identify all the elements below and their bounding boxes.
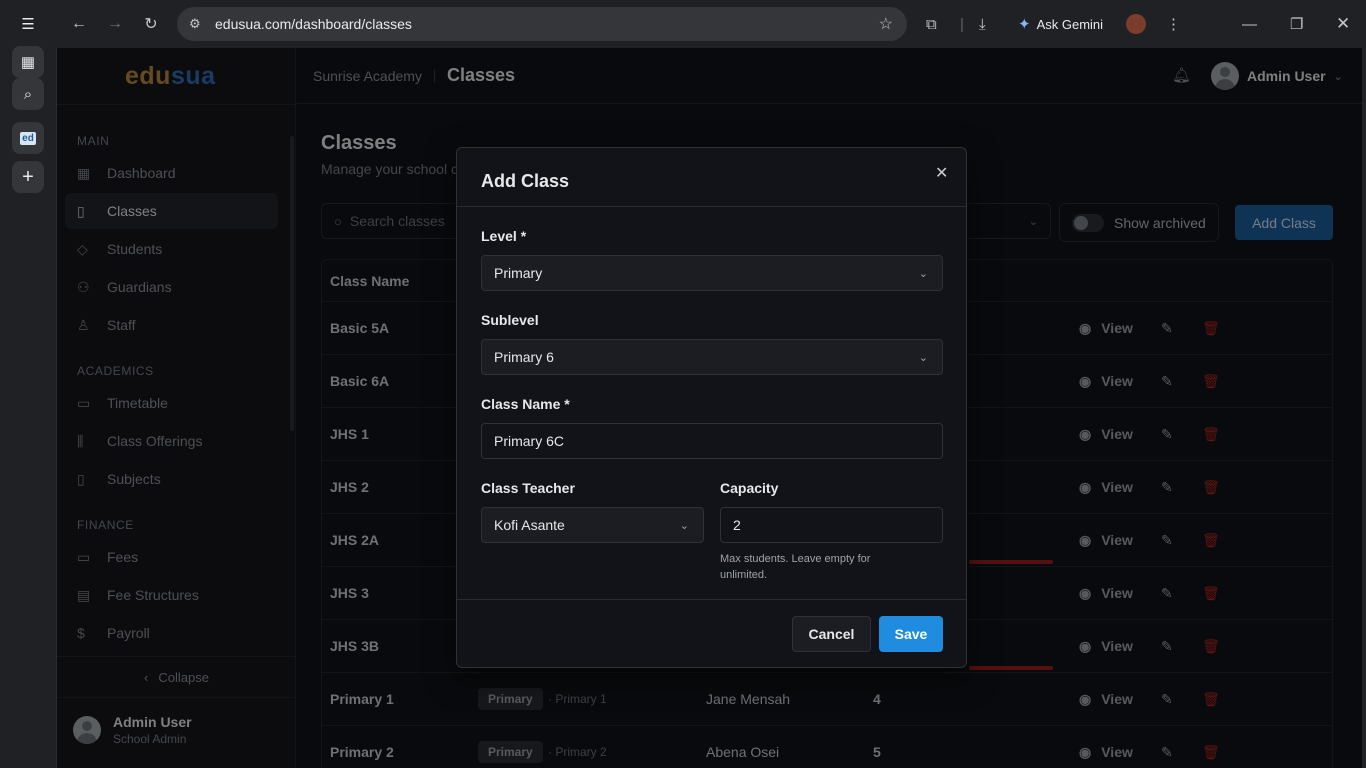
site-info-icon[interactable]: ⚙ [189,16,211,32]
download-icon[interactable]: ⤓ [979,12,986,36]
tab-grid-icon[interactable]: ▦ [12,46,44,78]
gemini-spark-icon: ✦ [1018,16,1031,33]
capacity-input[interactable]: 2 [720,507,943,543]
edusua-tab-favicon[interactable]: ed [12,122,44,154]
class-name-label: Class Name * [481,396,570,412]
minimize-window-icon[interactable]: — [1242,12,1257,36]
browser-toolbar: ← → ↻ ⚙ edusua.com/dashboard/classes ☆ ⧉… [56,0,1366,48]
back-icon[interactable]: ← [67,12,91,36]
url-text[interactable]: edusua.com/dashboard/classes [215,16,412,32]
vertical-tabs-icon[interactable]: ☰ [12,8,44,40]
browser-side-rail: ☰ ▦ ⌕ ed + [0,0,56,768]
forward-icon[interactable]: → [103,12,127,36]
modal-title: Add Class [481,171,570,191]
class-name-input[interactable]: Primary 6C [481,423,943,459]
reload-icon[interactable]: ↻ [139,12,163,36]
extensions-icon[interactable]: ⧉ [926,12,937,36]
chevron-down-icon: ⌄ [918,351,928,364]
app-viewport: edusua MAIN ▦ Dashboard ▯ Classes ◇ Student… [56,48,1362,768]
close-icon[interactable]: ✕ [935,163,948,183]
sublevel-value: Primary 6 [494,349,554,365]
ask-gemini-label: Ask Gemini [1036,16,1104,32]
capacity-label: Capacity [720,480,779,496]
level-value: Primary [494,265,543,281]
level-label: Level * [481,228,527,244]
class-teacher-label: Class Teacher [481,480,575,496]
save-button[interactable]: Save [879,616,943,652]
toolbar-divider: | [960,15,964,33]
cancel-button[interactable]: Cancel [792,616,871,652]
sublevel-select[interactable]: Primary 6 ⌄ [481,339,943,375]
add-class-modal: Add Class ✕ Level * Primary ⌄ Sublevel P… [456,147,967,668]
class-teacher-value: Kofi Asante [494,517,565,533]
restore-window-icon[interactable]: ❐ [1290,12,1303,36]
capacity-value: 2 [733,517,741,533]
chevron-down-icon: ⌄ [918,267,928,280]
class-teacher-select[interactable]: Kofi Asante ⌄ [481,507,704,543]
modal-divider [457,206,966,207]
more-menu-icon[interactable]: ⋮ [1166,12,1181,36]
address-bar[interactable]: ⚙ edusua.com/dashboard/classes ☆ [177,7,907,41]
profile-avatar-icon[interactable] [1126,12,1146,36]
close-window-icon[interactable]: ✕ [1336,12,1350,36]
tab-search-icon[interactable]: ⌕ [12,78,44,110]
bookmark-star-icon[interactable]: ☆ [879,14,893,34]
ask-gemini-button[interactable]: ✦ Ask Gemini [1018,12,1103,36]
modal-footer-divider [457,599,966,600]
chevron-down-icon: ⌄ [679,519,689,532]
level-select[interactable]: Primary ⌄ [481,255,943,291]
class-name-value: Primary 6C [494,433,565,449]
sublevel-label: Sublevel [481,312,539,328]
capacity-helper-text: Max students. Leave empty for unlimited. [720,553,871,581]
new-tab-icon[interactable]: + [12,161,44,193]
